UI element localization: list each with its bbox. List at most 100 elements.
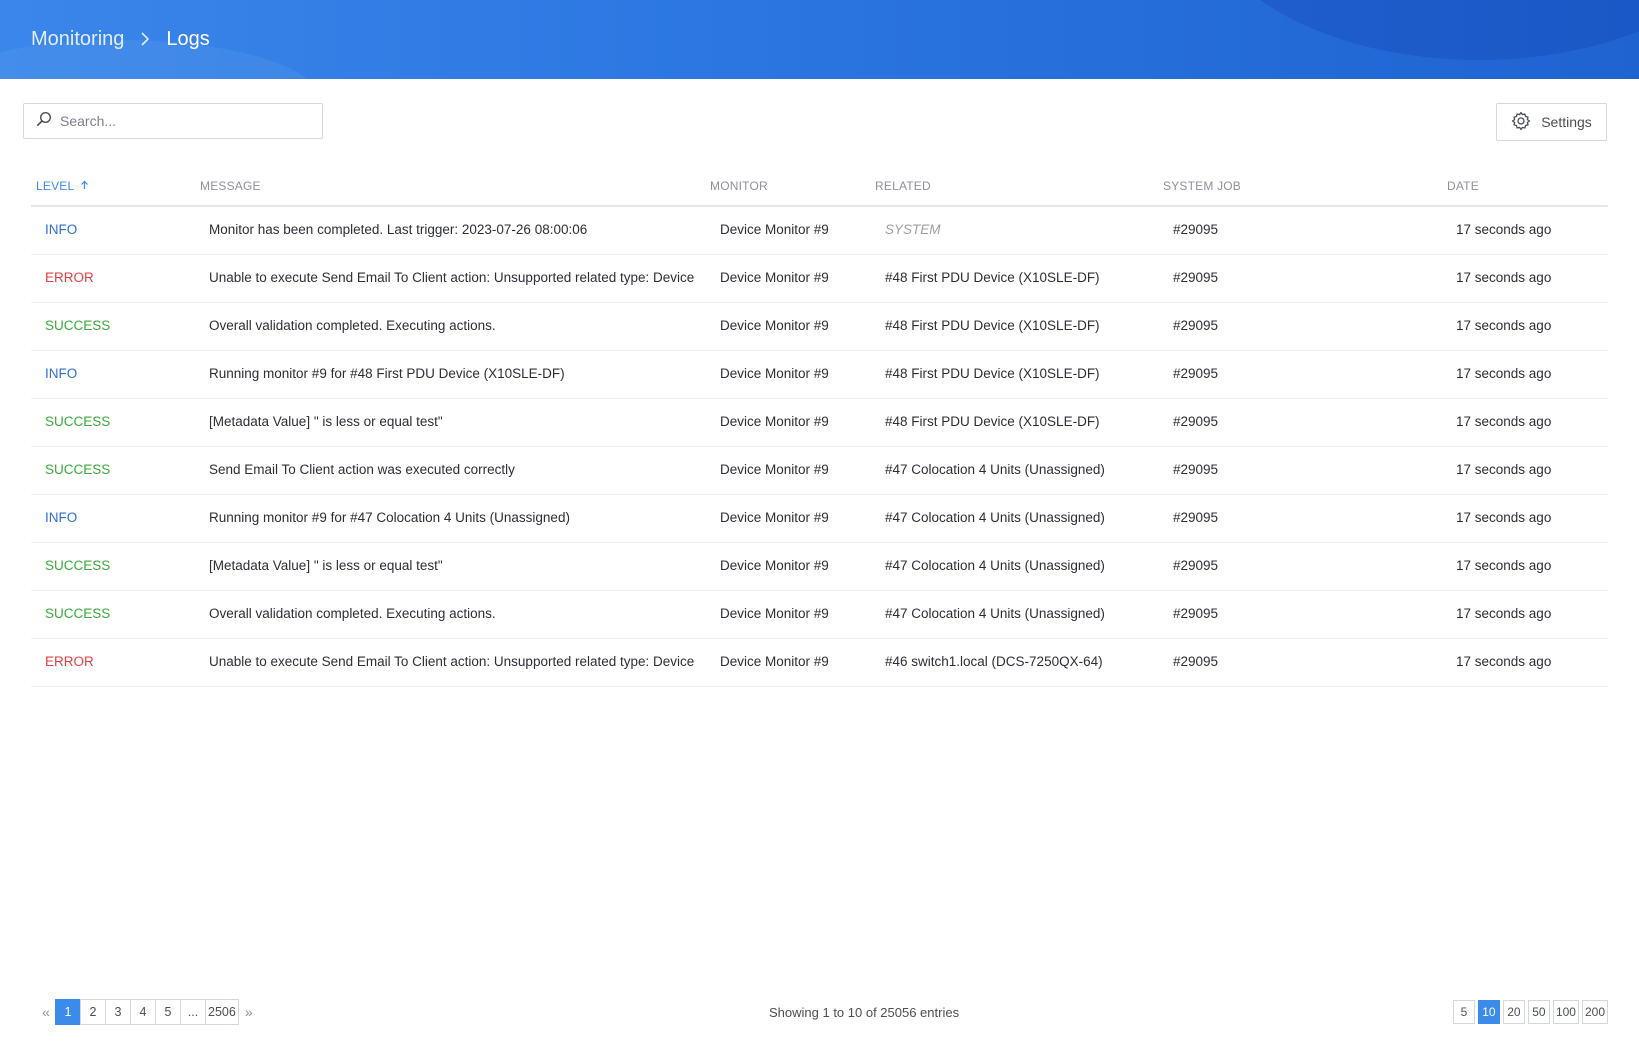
related-link[interactable]: #48 First PDU Device (X10SLE-DF) (885, 318, 1100, 333)
table-row[interactable]: ERROR Unable to execute Send Email To Cli… (31, 255, 1608, 303)
system-job-link[interactable]: #29095 (1173, 558, 1218, 573)
column-header-date[interactable]: DATE (1447, 179, 1479, 193)
settings-label: Settings (1541, 114, 1592, 130)
system-job-link[interactable]: #29095 (1173, 222, 1218, 237)
page-size-option[interactable]: 100 (1552, 1000, 1579, 1024)
page-button[interactable]: 2506 (205, 999, 239, 1025)
related-link[interactable]: #47 Colocation 4 Units (Unassigned) (885, 462, 1105, 477)
breadcrumb: Monitoring Logs (31, 24, 210, 54)
related-link[interactable]: #47 Colocation 4 Units (Unassigned) (885, 606, 1105, 621)
table-row[interactable]: SUCCESS [Metadata Value] " is less or equ… (31, 543, 1608, 591)
table-header: LEVEL MESSAGE MONITOR RELATED SYSTEM JOB… (31, 166, 1608, 207)
level-badge: INFO (45, 510, 78, 525)
log-date: 17 seconds ago (1456, 462, 1552, 477)
column-header-system-job[interactable]: SYSTEM JOB (1163, 179, 1241, 193)
log-date: 17 seconds ago (1456, 222, 1552, 237)
log-message: Running monitor #9 for #47 Colocation 4 … (209, 510, 570, 525)
table-row[interactable]: SUCCESS Overall validation completed. Exe… (31, 303, 1608, 351)
log-date: 17 seconds ago (1456, 510, 1552, 525)
monitor-link[interactable]: Device Monitor #9 (720, 654, 829, 669)
table-row[interactable]: SUCCESS Overall validation completed. Exe… (31, 591, 1608, 639)
log-date: 17 seconds ago (1456, 366, 1552, 381)
log-message: [Metadata Value] " is less or equal test… (209, 414, 443, 429)
table-row[interactable]: SUCCESS [Metadata Value] " is less or equ… (31, 399, 1608, 447)
level-badge: SUCCESS (45, 318, 111, 333)
chevron-right-icon (138, 32, 152, 46)
table-row[interactable]: INFO Running monitor #9 for #47 Colocatio… (31, 495, 1608, 543)
page-buttons: 1 2 3 4 5... 2506 (55, 999, 239, 1025)
log-message: [Metadata Value] " is less or equal test… (209, 558, 443, 573)
system-job-link[interactable]: #29095 (1173, 606, 1218, 621)
monitor-link[interactable]: Device Monitor #9 (720, 366, 829, 381)
monitor-link[interactable]: Device Monitor #9 (720, 462, 829, 477)
page-ellipsis: ... (180, 999, 206, 1025)
level-badge: INFO (45, 366, 78, 381)
column-header-message[interactable]: MESSAGE (200, 179, 261, 193)
page-button[interactable]: 5 (155, 999, 181, 1025)
page-size-option[interactable]: 10 (1477, 1000, 1500, 1024)
system-job-link[interactable]: #29095 (1173, 414, 1218, 429)
system-job-link[interactable]: #29095 (1173, 318, 1218, 333)
search-icon (36, 111, 52, 132)
log-date: 17 seconds ago (1456, 270, 1552, 285)
log-message: Monitor has been completed. Last trigger… (209, 222, 588, 237)
monitor-link[interactable]: Device Monitor #9 (720, 606, 829, 621)
double-chevron-left-icon[interactable]: « (36, 999, 56, 1025)
page-size-selector: 5 10 20 50 100 200 (1450, 1000, 1608, 1024)
page-size-option[interactable]: 20 (1502, 1000, 1525, 1024)
page-size-option[interactable]: 50 (1527, 1000, 1550, 1024)
monitor-link[interactable]: Device Monitor #9 (720, 318, 829, 333)
system-job-link[interactable]: #29095 (1173, 366, 1218, 381)
related-link[interactable]: #48 First PDU Device (X10SLE-DF) (885, 270, 1100, 285)
sort-ascending-icon (80, 179, 89, 193)
monitor-link[interactable]: Device Monitor #9 (720, 222, 829, 237)
monitor-link[interactable]: Device Monitor #9 (720, 510, 829, 525)
log-message: Unable to execute Send Email To Client a… (209, 270, 695, 285)
related-link[interactable]: #46 switch1.local (DCS-7250QX-64) (885, 654, 1103, 669)
level-badge: ERROR (45, 654, 94, 669)
monitor-link[interactable]: Device Monitor #9 (720, 414, 829, 429)
table-row[interactable]: ERROR Unable to execute Send Email To Cli… (31, 639, 1608, 687)
column-header-level[interactable]: LEVEL (36, 179, 89, 193)
entries-summary: Showing 1 to 10 of 25056 entries (769, 1005, 960, 1020)
table-row[interactable]: SUCCESS Send Email To Client action was e… (31, 447, 1608, 495)
settings-button[interactable]: Settings (1496, 103, 1607, 141)
level-badge: SUCCESS (45, 414, 111, 429)
column-header-monitor[interactable]: MONITOR (710, 179, 768, 193)
log-message: Overall validation completed. Executing … (209, 318, 496, 333)
page-button[interactable]: 1 (55, 999, 81, 1025)
related-link[interactable]: #47 Colocation 4 Units (Unassigned) (885, 558, 1105, 573)
level-badge: SUCCESS (45, 558, 111, 573)
system-job-link[interactable]: #29095 (1173, 462, 1218, 477)
page-button[interactable]: 4 (130, 999, 156, 1025)
related-link[interactable]: #47 Colocation 4 Units (Unassigned) (885, 510, 1105, 525)
search-box[interactable] (23, 103, 323, 139)
related-link[interactable]: #48 First PDU Device (X10SLE-DF) (885, 366, 1100, 381)
monitor-link[interactable]: Device Monitor #9 (720, 270, 829, 285)
log-message: Send Email To Client action was executed… (209, 462, 515, 477)
system-job-link[interactable]: #29095 (1173, 654, 1218, 669)
log-date: 17 seconds ago (1456, 318, 1552, 333)
gear-icon (1511, 111, 1531, 134)
search-input[interactable] (60, 113, 300, 129)
log-date: 17 seconds ago (1456, 654, 1552, 669)
page-button[interactable]: 3 (105, 999, 131, 1025)
breadcrumb-monitoring-link[interactable]: Monitoring (31, 28, 124, 51)
table-row[interactable]: INFO Running monitor #9 for #48 First PDU… (31, 351, 1608, 399)
log-message: Unable to execute Send Email To Client a… (209, 654, 695, 669)
table-row[interactable]: INFO Monitor has been completed. Last tri… (31, 207, 1608, 255)
related-link[interactable]: #48 First PDU Device (X10SLE-DF) (885, 414, 1100, 429)
log-date: 17 seconds ago (1456, 414, 1552, 429)
double-chevron-right-icon[interactable]: » (239, 999, 259, 1025)
page-button[interactable]: 2 (80, 999, 106, 1025)
level-badge: SUCCESS (45, 462, 111, 477)
page-size-option[interactable]: 200 (1581, 1000, 1608, 1024)
log-message: Overall validation completed. Executing … (209, 606, 496, 621)
related-link: SYSTEM (885, 222, 941, 237)
system-job-link[interactable]: #29095 (1173, 270, 1218, 285)
table-body: INFO Monitor has been completed. Last tri… (31, 207, 1608, 687)
column-header-related[interactable]: RELATED (875, 179, 931, 193)
page-size-option[interactable]: 5 (1452, 1000, 1475, 1024)
system-job-link[interactable]: #29095 (1173, 510, 1218, 525)
monitor-link[interactable]: Device Monitor #9 (720, 558, 829, 573)
